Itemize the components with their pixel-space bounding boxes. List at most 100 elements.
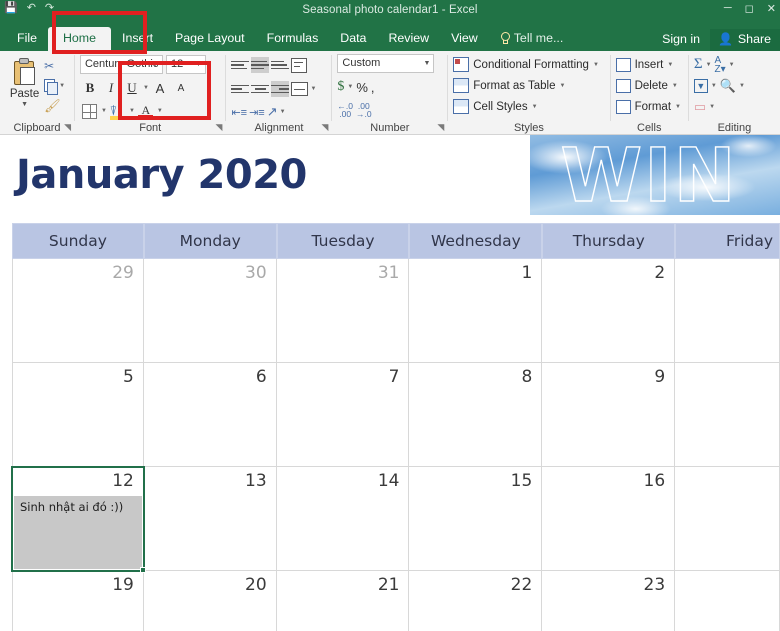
chevron-down-icon[interactable]: ▼	[667, 62, 673, 68]
tab-page-layout[interactable]: Page Layout	[164, 27, 256, 51]
align-center-icon[interactable]	[251, 81, 270, 97]
merge-center-icon[interactable]	[291, 82, 309, 96]
format-as-table-button[interactable]: Format as Table ▼	[453, 75, 604, 96]
wrap-text-icon[interactable]	[291, 57, 308, 73]
chevron-down-icon[interactable]: ▼	[675, 104, 681, 110]
chevron-down-icon[interactable]: ▼	[560, 83, 566, 89]
number-format-select[interactable]: Custom ▼	[337, 54, 435, 73]
font-size-input[interactable]: 12 ▼	[165, 55, 206, 74]
day-cell[interactable]: 6	[143, 363, 277, 467]
chevron-down-icon[interactable]: ▼	[672, 83, 678, 89]
worksheet-area[interactable]: January 2020 WIN Sunday Monday Tuesday W…	[0, 135, 780, 631]
chevron-down-icon[interactable]: ▼	[709, 104, 715, 110]
chevron-down-icon[interactable]: ▼	[143, 85, 149, 91]
chevron-down-icon[interactable]: ▼	[59, 83, 65, 89]
chevron-down-icon[interactable]: ▼	[129, 108, 135, 114]
tab-view[interactable]: View	[440, 27, 489, 51]
fill-handle[interactable]	[139, 567, 146, 573]
chevron-down-icon[interactable]: ▼	[532, 104, 538, 110]
align-bottom-icon[interactable]	[271, 57, 290, 73]
day-cell[interactable]	[675, 467, 780, 571]
delete-cells-button[interactable]: Delete ▼	[615, 75, 683, 96]
day-cell[interactable]: 22	[409, 571, 543, 631]
comma-style-button[interactable]: ,	[371, 80, 375, 95]
fill-down-icon[interactable]: ▼	[693, 78, 708, 93]
chevron-down-icon[interactable]: ▼	[5, 101, 44, 108]
day-cell[interactable]: 20	[143, 571, 277, 631]
cut-button[interactable]: ✂	[44, 56, 69, 76]
chevron-down-icon[interactable]: ▼	[152, 61, 159, 68]
day-cell[interactable]: 9	[542, 363, 676, 467]
align-top-icon[interactable]	[231, 57, 250, 73]
insert-cells-button[interactable]: Insert ▼	[615, 54, 683, 75]
clipboard-dialog-launcher[interactable]: ◥	[64, 122, 71, 133]
font-color-button[interactable]: A	[136, 101, 156, 121]
clear-icon[interactable]: ▭	[694, 99, 706, 115]
chevron-down-icon[interactable]: ▼	[739, 83, 745, 89]
day-cell[interactable]: 15	[409, 467, 543, 571]
align-left-icon[interactable]	[231, 81, 250, 97]
alignment-dialog-launcher[interactable]: ◥	[322, 122, 329, 133]
day-cell[interactable]: 31	[276, 259, 410, 363]
font-name-input[interactable]: Century Gothic ▼	[79, 55, 163, 74]
find-select-icon[interactable]: 🔍	[720, 78, 736, 94]
conditional-formatting-button[interactable]: Conditional Formatting ▼	[453, 54, 604, 75]
format-painter-button[interactable]: 🖌	[44, 96, 69, 116]
number-dialog-launcher[interactable]: ◥	[437, 122, 444, 133]
chevron-down-icon[interactable]: ▼	[706, 62, 712, 68]
sort-filter-icon[interactable]: A Z▾	[715, 55, 726, 74]
chevron-down-icon[interactable]: ▼	[423, 60, 430, 67]
day-cell[interactable]: 16	[542, 467, 676, 571]
align-right-icon[interactable]	[271, 81, 290, 97]
align-middle-icon[interactable]	[251, 57, 270, 73]
percent-button[interactable]: %	[356, 80, 368, 95]
day-cell[interactable]	[675, 571, 780, 631]
copy-button[interactable]: ▼	[44, 76, 69, 96]
grow-font-button[interactable]: A	[150, 78, 170, 98]
day-cell[interactable]: 2	[542, 259, 676, 363]
tab-insert[interactable]: Insert	[111, 27, 164, 51]
day-cell[interactable]: 13	[143, 467, 277, 571]
borders-button[interactable]	[80, 101, 100, 121]
day-cell-selected[interactable]: 12 Sinh nhật ai đó :))	[11, 466, 146, 573]
chevron-down-icon[interactable]: ▼	[101, 108, 107, 114]
chevron-down-icon[interactable]: ▼	[711, 83, 717, 89]
calendar-grid[interactable]: Sunday Monday Tuesday Wednesday Thursday…	[11, 223, 780, 631]
day-cell[interactable]: 29	[12, 259, 144, 363]
shrink-font-button[interactable]: A	[171, 78, 191, 98]
orientation-icon[interactable]: ↗	[267, 104, 278, 120]
chevron-down-icon[interactable]: ▼	[347, 84, 353, 90]
window-controls[interactable]: ─ ◻ ✕	[724, 2, 776, 15]
tab-review[interactable]: Review	[377, 27, 440, 51]
close-icon[interactable]: ✕	[767, 2, 776, 15]
restore-icon[interactable]: ◻	[745, 2, 754, 15]
chevron-down-icon[interactable]: ▼	[729, 62, 735, 68]
day-cell[interactable]: 21	[276, 571, 410, 631]
tab-file[interactable]: File	[6, 27, 48, 51]
chevron-down-icon[interactable]: ▼	[157, 108, 163, 114]
format-cells-button[interactable]: Format ▼	[615, 96, 683, 117]
tab-data[interactable]: Data	[329, 27, 377, 51]
tell-me-box[interactable]: Tell me...	[489, 27, 575, 51]
tab-formulas[interactable]: Formulas	[256, 27, 330, 51]
font-dialog-launcher[interactable]: ◥	[216, 122, 223, 133]
autosum-icon[interactable]: Σ	[694, 56, 703, 73]
cell-styles-button[interactable]: Cell Styles ▼	[453, 96, 604, 117]
chevron-down-icon[interactable]: ▼	[310, 86, 316, 92]
decrease-indent-icon[interactable]: ⇤≡	[231, 106, 247, 119]
day-cell[interactable]: 1	[409, 259, 543, 363]
bold-button[interactable]: B	[80, 78, 100, 98]
italic-button[interactable]: I	[101, 78, 121, 98]
day-cell[interactable]: 8	[409, 363, 543, 467]
ribbon-tabs[interactable]: File Home Insert Page Layout Formulas Da…	[0, 26, 780, 51]
day-cell[interactable]: 7	[276, 363, 410, 467]
day-note-text[interactable]: Sinh nhật ai đó :))	[14, 496, 142, 569]
fill-color-button[interactable]: ⍒	[108, 101, 128, 121]
chevron-down-icon[interactable]: ▼	[195, 61, 202, 68]
currency-button[interactable]: $	[337, 79, 344, 95]
increase-decimal-icon[interactable]: ←.0.00	[337, 102, 353, 119]
day-cell[interactable]: 19	[12, 571, 144, 631]
increase-indent-icon[interactable]: ⇥≡	[249, 106, 265, 119]
decrease-decimal-icon[interactable]: .00 →.0	[356, 102, 372, 119]
day-cell[interactable]: 23	[542, 571, 676, 631]
